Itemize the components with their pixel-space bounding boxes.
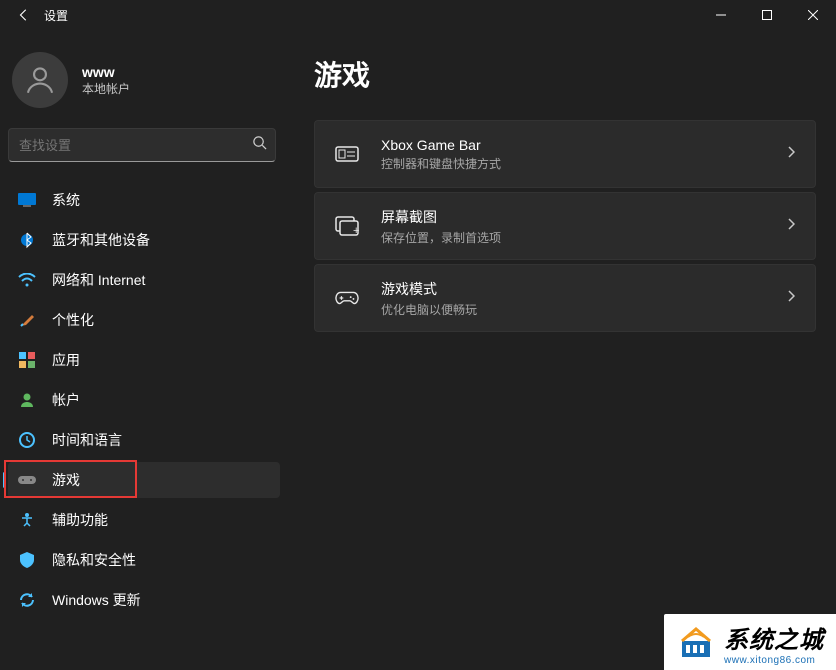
sidebar-item-network[interactable]: 网络和 Internet [8, 262, 280, 298]
sidebar-item-time-language[interactable]: 时间和语言 [8, 422, 280, 458]
sidebar-item-label: 应用 [52, 350, 80, 370]
shield-icon [18, 551, 36, 569]
svg-text:+: + [353, 225, 359, 236]
sidebar-nav: 系统 蓝牙和其他设备 网络和 Internet 个性化 应用 帐户 [8, 182, 280, 618]
sidebar-item-apps[interactable]: 应用 [8, 342, 280, 378]
sidebar-item-windows-update[interactable]: Windows 更新 [8, 582, 280, 618]
sidebar-item-privacy[interactable]: 隐私和安全性 [8, 542, 280, 578]
maximize-button[interactable] [744, 0, 790, 30]
card-game-mode[interactable]: 游戏模式 优化电脑以便畅玩 [314, 264, 816, 332]
sidebar: www 本地帐户 系统 蓝牙和其他设备 网络和 Internet [0, 30, 290, 670]
titlebar: 设置 [0, 0, 836, 30]
sidebar-item-gaming[interactable]: 游戏 [8, 462, 280, 498]
profile-username: www [82, 64, 130, 80]
sidebar-item-label: 网络和 Internet [52, 270, 145, 290]
search-input[interactable] [19, 138, 252, 153]
chevron-right-icon [787, 289, 795, 307]
chevron-right-icon [787, 217, 795, 235]
watermark-link: www.xitong86.com [724, 655, 824, 666]
search-box[interactable] [8, 128, 276, 162]
card-subtitle: 控制器和键盘快捷方式 [381, 155, 501, 172]
card-title: Xbox Game Bar [381, 137, 501, 153]
sidebar-item-label: 辅助功能 [52, 510, 108, 530]
card-title: 游戏模式 [381, 279, 477, 299]
sidebar-item-label: Windows 更新 [52, 590, 141, 610]
bluetooth-icon [18, 231, 36, 249]
apps-icon [18, 351, 36, 369]
card-captures[interactable]: + 屏幕截图 保存位置，录制首选项 [314, 192, 816, 260]
sidebar-item-accounts[interactable]: 帐户 [8, 382, 280, 418]
search-icon [252, 135, 267, 155]
watermark-text: 系统之城 [724, 620, 824, 655]
sidebar-item-label: 游戏 [52, 470, 80, 490]
close-button[interactable] [790, 0, 836, 30]
update-icon [18, 591, 36, 609]
card-subtitle: 优化电脑以便畅玩 [381, 301, 477, 318]
system-icon [18, 191, 36, 209]
window-title: 设置 [44, 7, 68, 24]
sidebar-item-label: 蓝牙和其他设备 [52, 230, 150, 250]
capture-icon: + [335, 214, 359, 238]
watermark: 系统之城 www.xitong86.com [664, 614, 836, 670]
profile-account-type: 本地帐户 [82, 80, 130, 97]
sidebar-item-label: 个性化 [52, 310, 94, 330]
xbox-bar-icon [335, 142, 359, 166]
profile-block[interactable]: www 本地帐户 [8, 48, 280, 126]
sidebar-item-personalization[interactable]: 个性化 [8, 302, 280, 338]
card-subtitle: 保存位置，录制首选项 [381, 229, 501, 246]
accessibility-icon [18, 511, 36, 529]
minimize-button[interactable] [698, 0, 744, 30]
sidebar-item-label: 时间和语言 [52, 430, 122, 450]
wifi-icon [18, 271, 36, 289]
chevron-right-icon [787, 145, 795, 163]
avatar [12, 52, 68, 108]
main-content: 游戏 Xbox Game Bar 控制器和键盘快捷方式 + 屏幕截图 保存位置， [290, 30, 836, 670]
sidebar-item-accessibility[interactable]: 辅助功能 [8, 502, 280, 538]
sidebar-item-bluetooth[interactable]: 蓝牙和其他设备 [8, 222, 280, 258]
person-icon [18, 391, 36, 409]
sidebar-item-system[interactable]: 系统 [8, 182, 280, 218]
clock-icon [18, 431, 36, 449]
sidebar-item-label: 隐私和安全性 [52, 550, 136, 570]
controller-icon [335, 286, 359, 310]
watermark-logo-icon [676, 623, 716, 663]
card-title: 屏幕截图 [381, 207, 501, 227]
card-xbox-game-bar[interactable]: Xbox Game Bar 控制器和键盘快捷方式 [314, 120, 816, 188]
brush-icon [18, 311, 36, 329]
sidebar-item-label: 帐户 [52, 390, 80, 410]
sidebar-item-label: 系统 [52, 190, 80, 210]
page-title: 游戏 [314, 54, 816, 94]
gaming-icon [18, 471, 36, 489]
back-button[interactable] [10, 1, 38, 29]
